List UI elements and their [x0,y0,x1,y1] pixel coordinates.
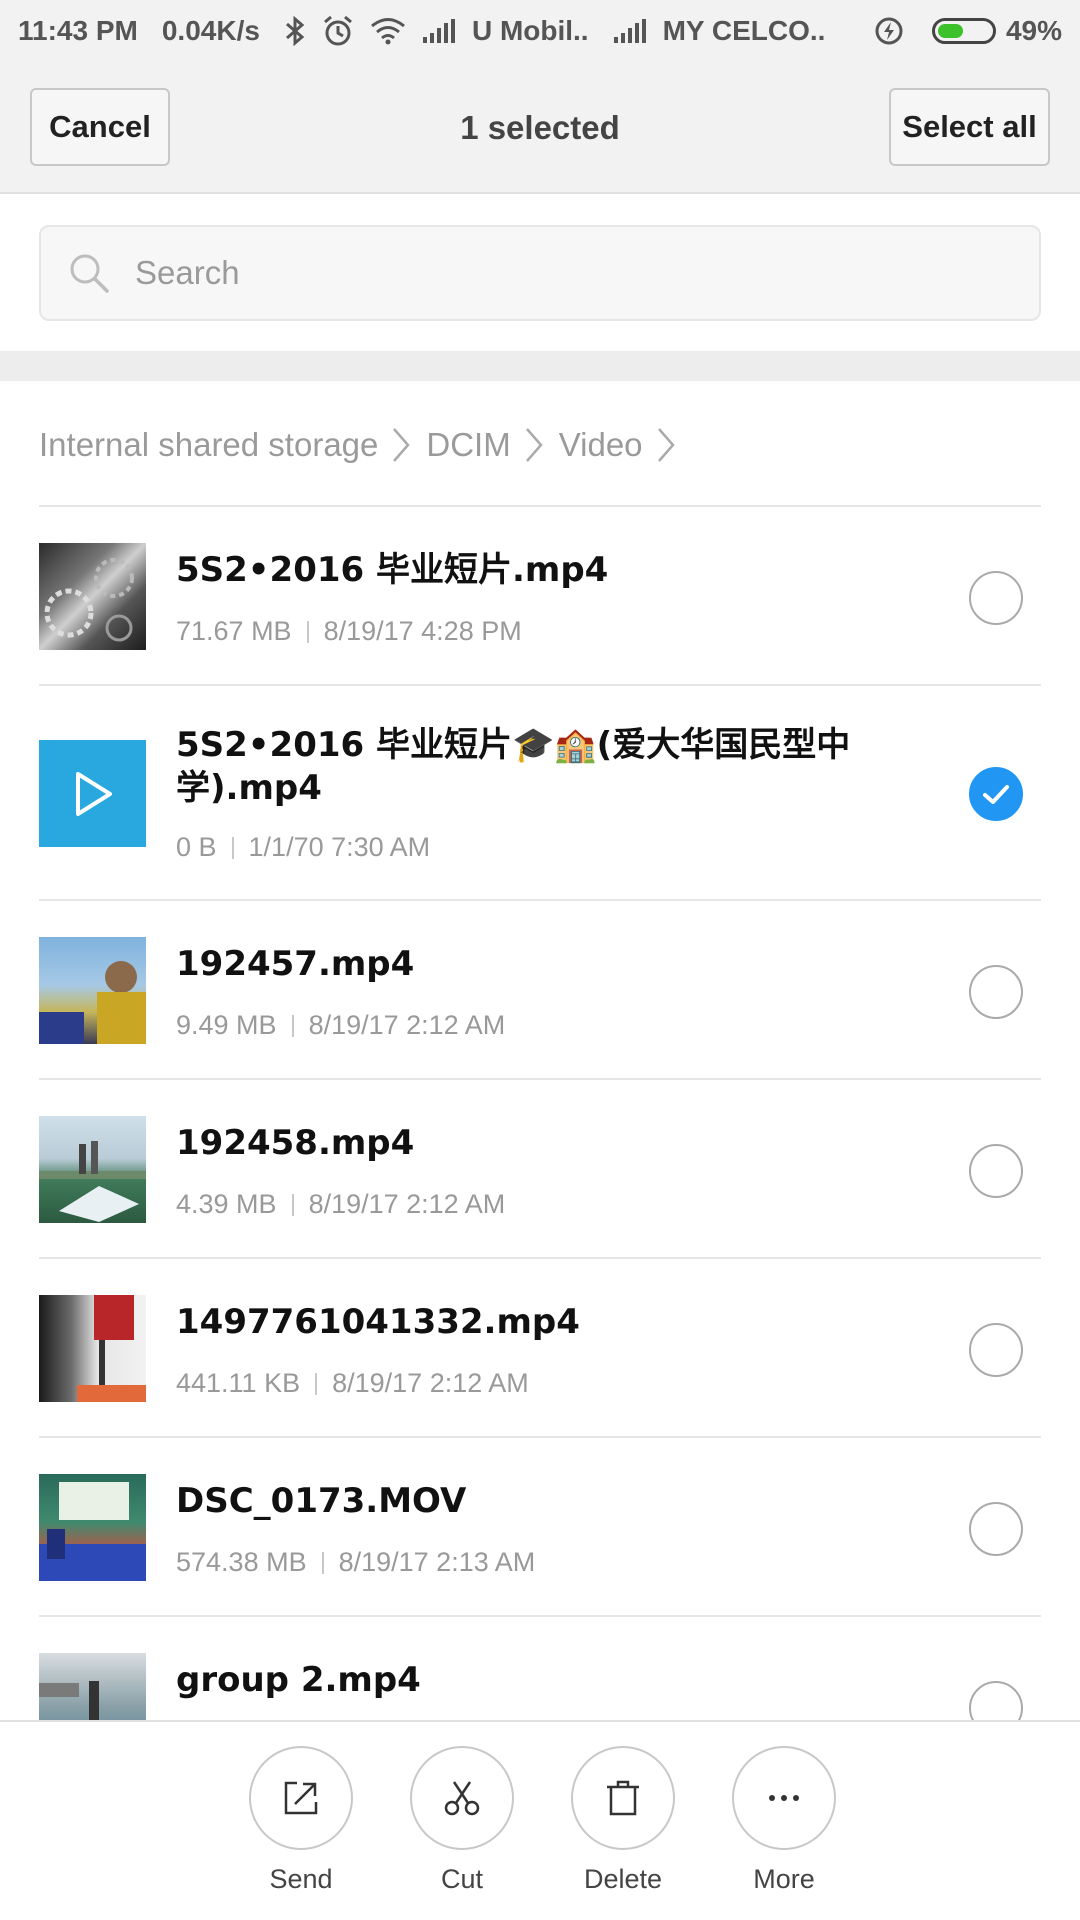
file-date: 8/19/17 4:28 PM [323,616,522,646]
selection-header: 1 selected Cancel Select all [0,62,1080,194]
breadcrumb-item-video[interactable]: Video [559,426,643,464]
battery-percent: 49% [1005,15,1062,46]
cut-button[interactable]: Cut [392,1746,532,1895]
send-icon [284,1781,318,1815]
carrier-1: U Mobil.. [471,15,589,46]
list-item[interactable]: 192457.mp4 9.49 MB 8/19/17 2:12 AM [39,901,1041,1080]
file-name: 1497761041332.mp4 [176,1302,580,1342]
file-size: 71.67 MB [176,616,292,646]
file-name: 5S2•2016 毕业短片🎓🏫(爱大华国民型中学).mp4 [176,725,851,808]
cancel-button[interactable]: Cancel [30,88,170,166]
list-item[interactable]: 5S2•2016 毕业短片🎓🏫(爱大华国民型中学).mp4 0 B 1/1/70 … [39,686,1041,901]
chevron-right-icon [393,428,411,462]
search-bar[interactable] [39,225,1041,321]
chevron-right-icon [525,428,543,462]
more-button[interactable]: More [714,1746,854,1895]
file-meta: 71.67 MB 8/19/17 4:28 PM [176,616,522,647]
file-meta: 4.39 MB 8/19/17 2:12 AM [176,1189,505,1220]
send-label: Send [269,1864,333,1894]
file-date: 8/19/17 2:13 AM [338,1547,536,1577]
cut-button-circle [410,1746,514,1850]
delete-button-circle [571,1746,675,1850]
file-meta: 574.38 MB 8/19/17 2:13 AM [176,1547,535,1578]
video-thumbnail [39,1116,146,1223]
alarm-icon [322,15,354,47]
video-thumbnail [39,1653,146,1720]
list-item[interactable]: DSC_0173.MOV 574.38 MB 8/19/17 2:13 AM [39,1438,1041,1617]
video-thumbnail [39,1295,146,1402]
scissors-icon [444,1781,480,1816]
bottom-action-bar: Send Cut Delete More [0,1720,1080,1920]
chevron-right-icon [657,428,675,462]
delete-button[interactable]: Delete [553,1746,693,1895]
video-thumbnail [39,740,146,847]
list-item[interactable]: group 2.mp4 [39,1617,1041,1720]
video-thumbnail [39,543,146,650]
file-date: 8/19/17 2:12 AM [332,1368,529,1398]
list-item[interactable]: 5S2•2016 毕业短片.mp4 71.67 MB 8/19/17 4:28 P… [39,507,1041,686]
more-icon [769,1795,799,1801]
breadcrumb-item-storage[interactable]: Internal shared storage [39,426,378,464]
send-button[interactable]: Send [231,1746,371,1895]
file-meta: 441.11 KB 8/19/17 2:12 AM [176,1368,529,1399]
file-size: 441.11 KB [176,1368,301,1398]
select-checkbox[interactable] [969,965,1023,1019]
battery-icon [931,18,996,44]
search-input[interactable] [133,253,1039,293]
more-label: More [753,1864,815,1894]
file-name: DSC_0173.MOV [176,1481,467,1521]
file-size: 0 B [176,832,217,862]
file-name: 5S2•2016 毕业短片.mp4 [176,550,609,590]
bluetooth-icon [284,16,306,46]
charging-icon [874,16,904,46]
file-date: 8/19/17 2:12 AM [308,1010,506,1040]
file-size: 574.38 MB [176,1547,307,1577]
list-item[interactable]: 1497761041332.mp4 441.11 KB 8/19/17 2:12 … [39,1259,1041,1438]
play-icon [75,771,112,816]
carrier-2: MY CELCO.. [662,15,826,46]
file-meta: 9.49 MB 8/19/17 2:12 AM [176,1010,505,1041]
search-icon [67,251,111,295]
wifi-icon [370,17,406,45]
list-item[interactable]: 192458.mp4 4.39 MB 8/19/17 2:12 AM [39,1080,1041,1259]
file-name: group 2.mp4 [176,1660,421,1700]
file-date: 8/19/17 2:12 AM [308,1189,506,1219]
file-size: 4.39 MB [176,1189,277,1219]
select-checkbox[interactable] [969,767,1023,821]
select-checkbox[interactable] [969,1502,1023,1556]
file-size: 9.49 MB [176,1010,277,1040]
video-thumbnail [39,1474,146,1581]
file-name: 192458.mp4 [176,1123,415,1163]
video-thumbnail [39,937,146,1044]
section-divider [0,351,1080,381]
file-name: 192457.mp4 [176,944,415,984]
breadcrumb: Internal shared storage DCIM Video [39,410,691,480]
file-meta: 0 B 1/1/70 7:30 AM [176,832,430,863]
more-button-circle [732,1746,836,1850]
select-checkbox[interactable] [969,1144,1023,1198]
checkmark-icon [983,785,1009,804]
signal-icon [422,18,456,44]
cut-label: Cut [440,1864,484,1894]
status-time: 11:43 PM [18,15,138,46]
select-checkbox[interactable] [969,1323,1023,1377]
select-all-button[interactable]: Select all [889,88,1050,166]
status-bar: 11:43 PM 0.04K/s U Mobil.. MY CELCO.. 49… [0,0,1080,62]
trash-icon [607,1780,639,1816]
network-speed: 0.04K/s [161,15,260,46]
file-date: 1/1/70 7:30 AM [248,832,431,862]
breadcrumb-item-dcim[interactable]: DCIM [426,426,510,464]
select-checkbox[interactable] [969,571,1023,625]
select-checkbox[interactable] [969,1681,1023,1720]
send-button-circle [249,1746,353,1850]
delete-label: Delete [583,1864,663,1894]
signal-icon [613,18,647,44]
